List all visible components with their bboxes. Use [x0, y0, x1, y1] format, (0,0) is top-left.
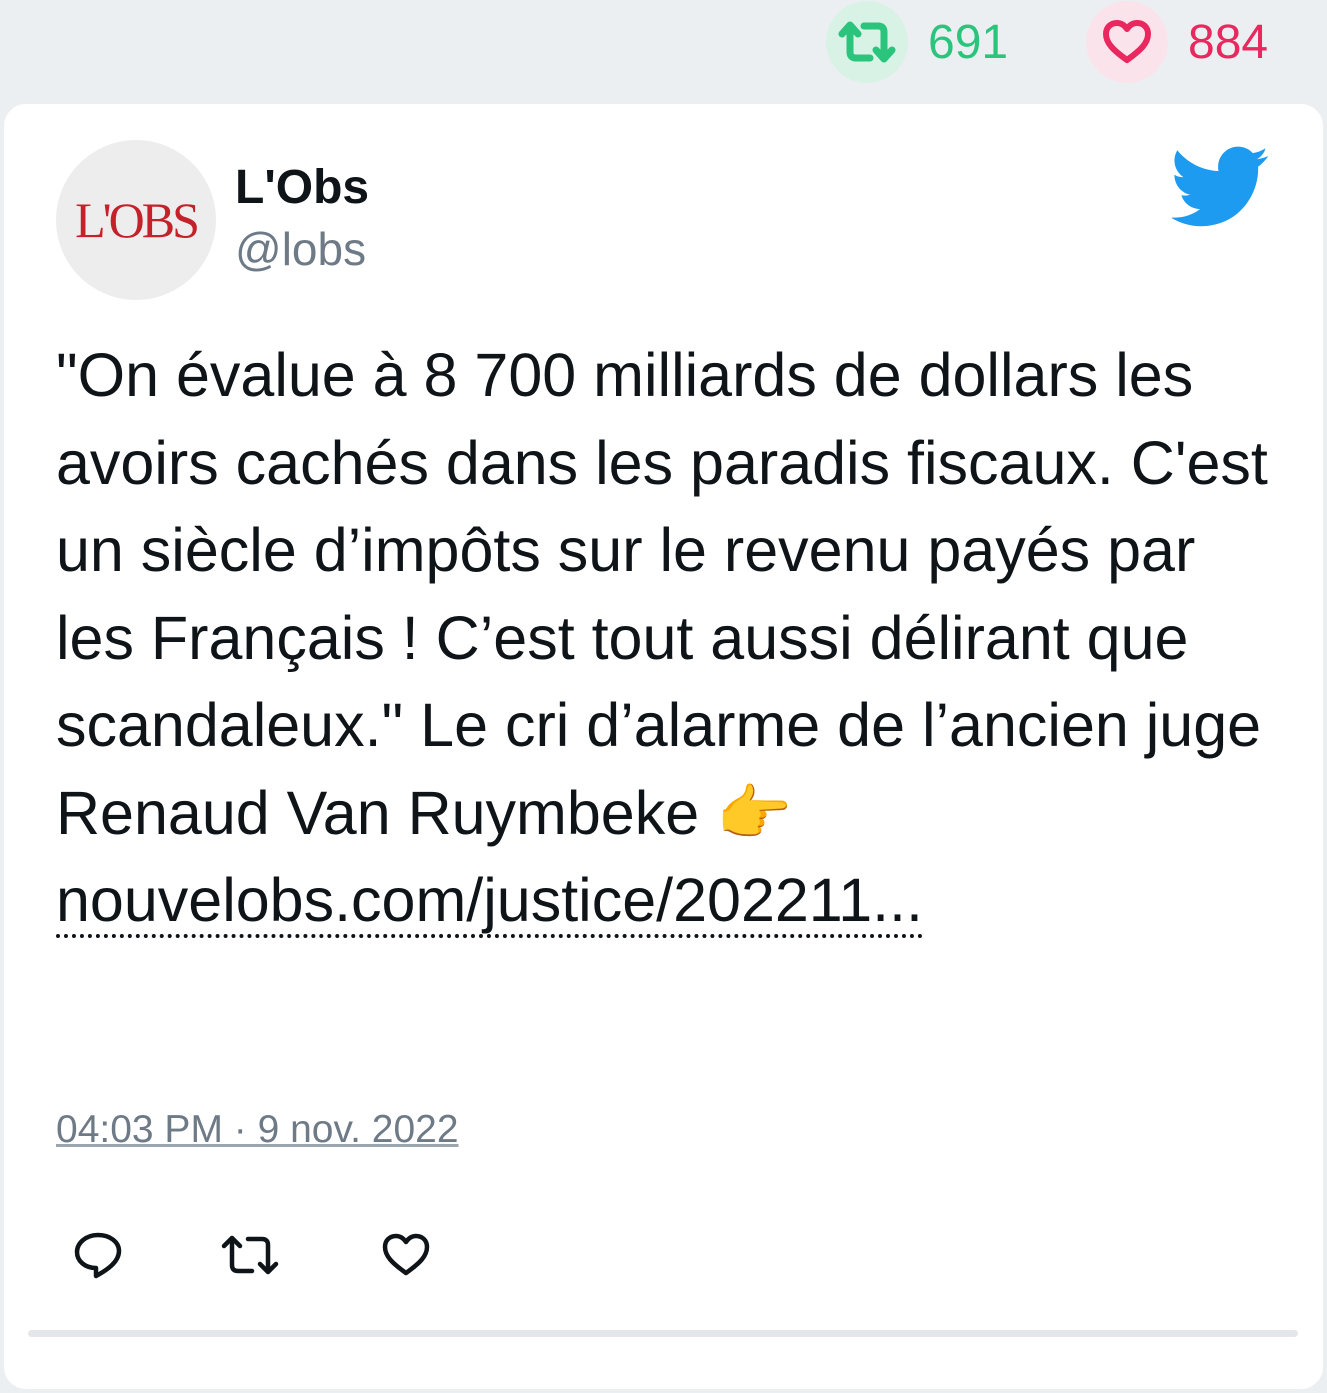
avatar-logo-text: L'OBS	[75, 192, 200, 248]
reply-icon	[74, 1232, 122, 1279]
tweet-text: "On évalue à 8 700 milliards de dollars …	[56, 341, 1268, 847]
tweet-body: "On évalue à 8 700 milliards de dollars …	[56, 332, 1286, 945]
tweet-timestamp[interactable]: 04:03 PM · 9 nov. 2022	[56, 1108, 459, 1152]
engagement-stats: 691 884	[0, 0, 1327, 100]
avatar[interactable]: L'OBS	[56, 140, 216, 300]
tweet-link[interactable]: nouvelobs.com/justice/202211...	[56, 866, 923, 938]
retweet-stat[interactable]: 691	[826, 0, 1008, 84]
tweet-card: L'OBS L'Obs @lobs "On évalue à 8 700 mil…	[4, 104, 1323, 1389]
retweet-icon	[221, 1235, 279, 1275]
heart-icon	[1086, 1, 1168, 83]
retweet-icon	[826, 1, 908, 83]
tweet-actions	[56, 1220, 556, 1290]
heart-icon	[382, 1233, 430, 1276]
like-count: 884	[1188, 15, 1269, 69]
author-handle[interactable]: @lobs	[235, 222, 366, 276]
retweet-button[interactable]	[210, 1220, 290, 1290]
like-button[interactable]	[366, 1220, 446, 1290]
reply-button[interactable]	[58, 1220, 138, 1290]
divider	[28, 1330, 1298, 1337]
twitter-bird-icon[interactable]	[1172, 146, 1270, 228]
retweet-count: 691	[928, 15, 1009, 69]
author-name[interactable]: L'Obs	[235, 160, 369, 215]
like-stat[interactable]: 884	[1086, 0, 1268, 84]
